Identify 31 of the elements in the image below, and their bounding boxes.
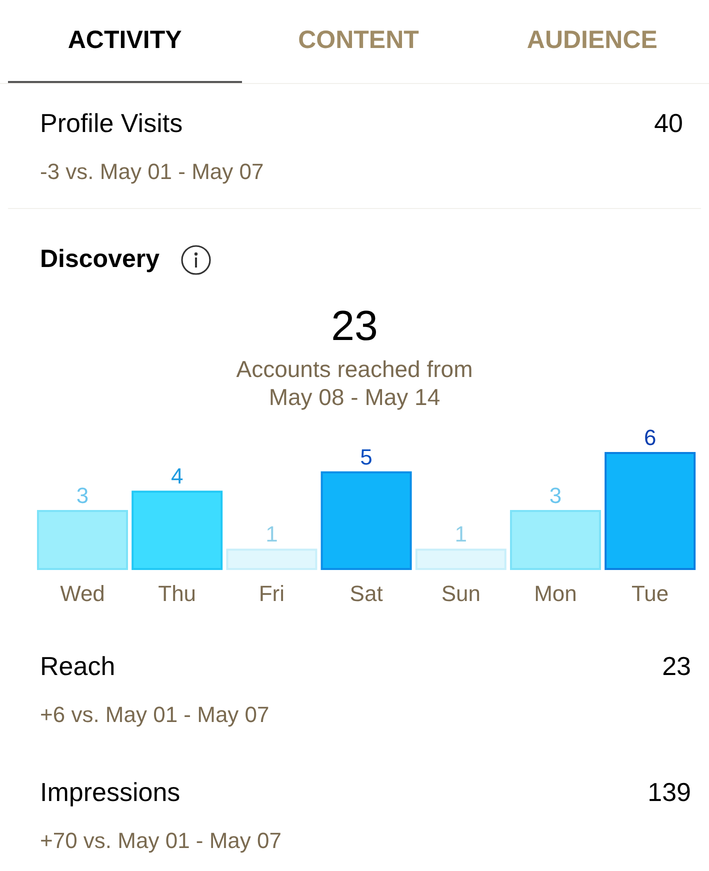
value-label: 1 [266, 521, 278, 546]
tab[interactable]: AUDIENCE [475, 0, 709, 83]
caption: May 08 - May 14 [268, 382, 440, 410]
day-label: Thu [158, 580, 196, 606]
metric-label: Impressions [40, 776, 180, 808]
value-label: 5 [360, 444, 372, 469]
day-label: Sat [350, 580, 383, 606]
metric-label: Profile Visits [40, 107, 183, 140]
comparison-text: +6 vs. May 01 - May 07 [40, 700, 270, 729]
metric-label: Reach [40, 650, 116, 682]
caption: Accounts reached from [236, 354, 473, 382]
tab[interactable]: ACTIVITY [8, 0, 242, 83]
tab[interactable]: CONTENT [242, 0, 476, 83]
day-label: Wed [60, 580, 105, 606]
comparison-text: -3 vs. May 01 - May 07 [40, 158, 265, 186]
value-label: 4 [170, 463, 184, 488]
value-label: 6 [644, 424, 656, 450]
value-label: 3 [549, 482, 562, 508]
metric-value: 139 [648, 776, 691, 808]
value-label: 1 [454, 521, 468, 546]
day-label: Mon [534, 580, 577, 606]
day-label: Sun [441, 580, 480, 606]
section-title: Discovery [40, 244, 160, 275]
day-label: Fri [258, 580, 285, 606]
metric-value: 23 [662, 650, 691, 682]
total-count: 23 [331, 300, 378, 350]
metric-value: 40 [654, 107, 683, 140]
day-label: Tue [632, 580, 669, 606]
value-label: 3 [76, 482, 89, 508]
info-icon[interactable] [180, 244, 212, 276]
comparison-text: +70 vs. May 01 - May 07 [40, 826, 282, 855]
